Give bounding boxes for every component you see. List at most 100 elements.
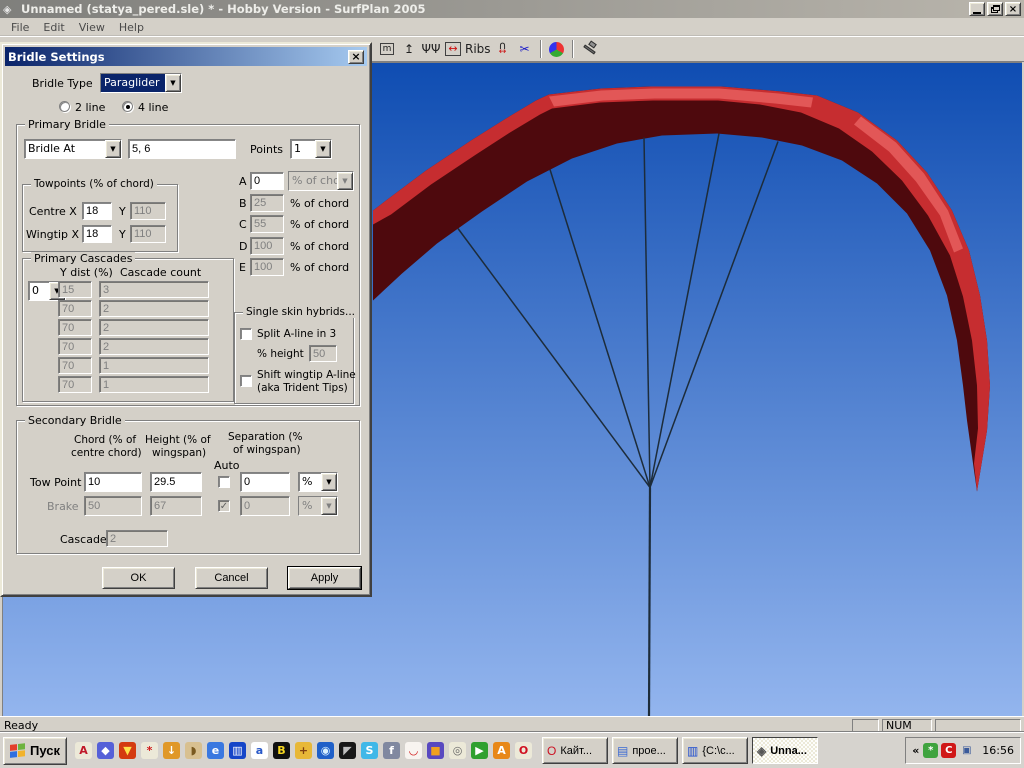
f-circle-app-icon[interactable]: f	[383, 742, 400, 759]
windows-logo-icon	[10, 743, 26, 759]
shift-wingtip-label-2: (aka Trident Tips)	[257, 382, 348, 394]
minimize-button[interactable]	[969, 2, 985, 16]
satellite-dish-icon[interactable]: ◗	[185, 742, 202, 759]
shift-wingtip-checkbox[interactable]	[240, 375, 252, 387]
apply-button[interactable]: Apply	[288, 567, 361, 589]
ydist-input-5	[58, 376, 92, 393]
media-player-icon[interactable]: ▶	[471, 742, 488, 759]
menu-file[interactable]: File	[4, 19, 36, 36]
tow-point-separation-input[interactable]	[240, 472, 290, 492]
taskbar-task-explorer[interactable]: ▥ {C:\c...	[682, 737, 748, 764]
menu-view[interactable]: View	[72, 19, 112, 36]
bridle-type-label: Bridle Type	[32, 77, 93, 90]
wingtip-x-input[interactable]	[82, 225, 112, 243]
arc-measure-icon[interactable]: ∩ ↔	[493, 39, 513, 59]
separation-header-2: of wingspan)	[233, 444, 301, 456]
shield-app-icon[interactable]: ◆	[97, 742, 114, 759]
row-b-unit-label: % of chord	[290, 197, 349, 210]
cascade-count-input-1	[99, 300, 209, 317]
bridle-type-select[interactable]: Paraglider ▼	[100, 73, 182, 93]
ruler-icon[interactable]: m	[377, 39, 397, 59]
tray-expand-chevron[interactable]: «	[912, 744, 919, 757]
points-select[interactable]: 1 ▼	[290, 139, 332, 159]
radio-2line[interactable]	[59, 101, 70, 112]
taskbar-task-surfplan[interactable]: ◈ Unna...	[752, 737, 818, 764]
network-tray-icon[interactable]: ▣	[959, 743, 974, 758]
ydist-input-4	[58, 357, 92, 374]
c-tray-icon[interactable]: C	[941, 743, 956, 758]
height-header-2: wingspan)	[152, 447, 206, 459]
tow-point-auto-checkbox[interactable]	[218, 476, 230, 488]
acdsee-icon[interactable]: A	[75, 742, 92, 759]
row-c-label: C	[239, 218, 247, 231]
chevron-down-icon[interactable]: ▼	[165, 74, 181, 92]
ydist-column-header: Y dist (%)	[60, 266, 113, 279]
black-app-icon[interactable]: ◤	[339, 742, 356, 759]
taskbar-task-kite[interactable]: O Кайт...	[542, 737, 608, 764]
tray-clock: 16:56	[978, 744, 1014, 757]
split-a-line-checkbox[interactable]	[240, 328, 252, 340]
centre-x-input[interactable]	[82, 202, 112, 220]
dialog-close-icon[interactable]: ×	[348, 50, 364, 64]
radio-2line-label: 2 line	[75, 101, 105, 114]
tow-point-height-input[interactable]	[150, 472, 202, 492]
download-window-icon[interactable]: ↓	[163, 742, 180, 759]
restore-button[interactable]	[987, 2, 1003, 16]
ydist-input-1	[58, 300, 92, 317]
taskbar-task-project[interactable]: ▤ прое...	[612, 737, 678, 764]
tray-icons: *C▣	[923, 743, 974, 758]
chevron-down-icon[interactable]: ▼	[321, 473, 337, 491]
bridle-lines-icon[interactable]: ΨΨ	[421, 39, 441, 59]
axis-icon[interactable]: ↥	[399, 39, 419, 59]
batman-app-icon[interactable]: B	[273, 742, 290, 759]
a-box-icon[interactable]: a	[251, 742, 268, 759]
cancel-button[interactable]: Cancel	[195, 567, 268, 589]
surfplan-icon: ◈	[757, 744, 766, 758]
chevron-down-icon: ▼	[337, 172, 353, 190]
cascade-count-column-header: Cascade count	[120, 266, 201, 279]
ribs-button[interactable]: Ribs	[465, 39, 491, 59]
chevron-down-icon[interactable]: ▼	[315, 140, 331, 158]
internet-explorer-icon[interactable]: e	[207, 742, 224, 759]
red-star-app-icon[interactable]: *	[141, 742, 158, 759]
radio-4line[interactable]	[122, 101, 133, 112]
aimp-icon[interactable]: A	[493, 742, 510, 759]
scissors-icon[interactable]: ✂	[515, 39, 535, 59]
bridle-at-select[interactable]: Bridle At ▼	[24, 139, 122, 159]
skype-icon[interactable]: S	[361, 742, 378, 759]
colorful-app-icon[interactable]: ■	[427, 742, 444, 759]
menu-edit[interactable]: Edit	[36, 19, 71, 36]
row-d-label: D	[239, 240, 247, 253]
columns-window-icon[interactable]: ▥	[229, 742, 246, 759]
opera-icon: O	[547, 744, 556, 758]
start-button[interactable]: Пуск	[3, 737, 67, 765]
span-measure-icon[interactable]: ↔	[443, 39, 463, 59]
flashget-icon[interactable]: ▼	[119, 742, 136, 759]
google-earth-icon[interactable]: ◉	[317, 742, 334, 759]
brake-label: Brake	[47, 500, 79, 513]
cascade-count-input-3	[99, 338, 209, 355]
opera-icon[interactable]: O	[515, 742, 532, 759]
color-wheel-icon[interactable]	[547, 39, 567, 59]
main-tow-line	[649, 488, 650, 717]
wingtip-y-input	[130, 225, 166, 243]
row-a-input[interactable]	[250, 172, 284, 190]
menu-help[interactable]: Help	[112, 19, 151, 36]
hammer-icon[interactable]	[579, 39, 599, 59]
close-button[interactable]: ×	[1005, 2, 1021, 16]
row-a-label: A	[239, 175, 247, 188]
centre-y-input	[130, 202, 166, 220]
lips-app-icon[interactable]: ◡	[405, 742, 422, 759]
row-e-unit-label: % of chord	[290, 261, 349, 274]
antivirus-tray-icon[interactable]: *	[923, 743, 938, 758]
gear-app-icon[interactable]: ◎	[449, 742, 466, 759]
tools-app-icon[interactable]: +	[295, 742, 312, 759]
brake-chord-input	[84, 496, 142, 516]
ok-button[interactable]: OK	[102, 567, 175, 589]
ydist-input-2	[58, 319, 92, 336]
chevron-down-icon[interactable]: ▼	[105, 140, 121, 158]
tow-point-chord-input[interactable]	[84, 472, 142, 492]
bridle-at-input[interactable]	[128, 139, 236, 159]
tow-point-unit-select[interactable]: % ▼	[298, 472, 338, 492]
row-e-label: E	[239, 261, 246, 274]
